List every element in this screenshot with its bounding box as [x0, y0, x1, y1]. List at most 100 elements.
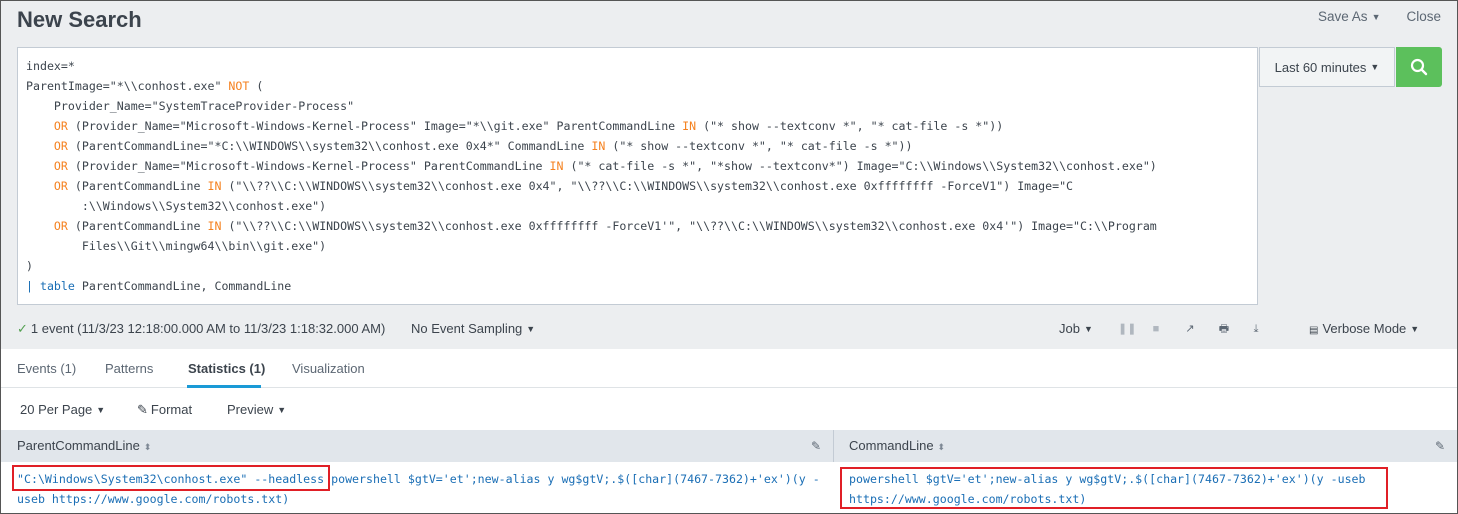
- query-keyword: IN: [682, 119, 697, 133]
- search-icon: [1410, 58, 1428, 76]
- query-text: (ParentCommandLine: [67, 219, 208, 233]
- query-line: index=*: [26, 56, 1249, 76]
- search-mode-dropdown[interactable]: ▤ Verbose Mode ▼: [1309, 321, 1419, 336]
- event-count-status: ✓ 1 event (11/3/23 12:18:00.000 AM to 11/…: [17, 321, 385, 337]
- edit-column-icon[interactable]: ✎: [811, 430, 821, 462]
- query-text: [26, 179, 54, 193]
- results-tabs: Events (1) Patterns Statistics (1) Visua…: [1, 349, 1457, 388]
- query-keyword: IN: [207, 179, 222, 193]
- query-text: (ParentCommandLine: [67, 179, 208, 193]
- per-page-dropdown[interactable]: 20 Per Page ▼: [20, 402, 105, 417]
- column-header-parentcommandline[interactable]: ParentCommandLine ⬍: [1, 430, 833, 462]
- pause-icon[interactable]: ❚❚: [1118, 323, 1136, 335]
- annotation-box-command: [840, 467, 1388, 509]
- query-line: OR (Provider_Name="Microsoft-Windows-Ker…: [26, 116, 1249, 136]
- query-text: [26, 139, 54, 153]
- query-text: ): [26, 259, 33, 273]
- export-icon[interactable]: ⤓: [1250, 323, 1262, 335]
- time-range-picker[interactable]: Last 60 minutes ▼: [1259, 47, 1395, 87]
- query-line: :\\Windows\\System32\\conhost.exe"): [26, 196, 1249, 216]
- per-page-label: 20 Per Page: [20, 402, 93, 417]
- query-text: ("* show --textconv *", "* cat-file -s *…: [696, 119, 1004, 133]
- format-button[interactable]: ✎ Format: [137, 402, 192, 418]
- event-sampling-dropdown[interactable]: No Event Sampling ▼: [411, 321, 535, 336]
- query-keyword: OR: [53, 119, 68, 133]
- chevron-down-icon: ▼: [1371, 12, 1381, 22]
- annotation-box-parent: [12, 465, 330, 491]
- search-page: New Search Save As ▼ Close index=* ParentI…: [0, 0, 1458, 514]
- query-line: ParentImage="*\\conhost.exe" NOT (: [26, 76, 1249, 96]
- query-text: (Provider_Name="Microsoft-Windows-Kernel…: [67, 159, 550, 173]
- query-line: ): [26, 256, 1249, 276]
- query-text: ("\\??\\C:\\WINDOWS\\system32\\conhost.e…: [221, 179, 1074, 193]
- query-text: ("* show --textconv *", "* cat-file -s *…: [605, 139, 913, 153]
- time-range-label: Last 60 minutes: [1274, 59, 1367, 75]
- query-keyword: OR: [53, 139, 68, 153]
- query-line: Provider_Name="SystemTraceProvider-Proce…: [26, 96, 1249, 116]
- close-button[interactable]: Close: [1406, 9, 1441, 24]
- query-keyword: IN: [591, 139, 606, 153]
- table-header: ParentCommandLine ⬍ ✎ CommandLine ⬍ ✎: [1, 430, 1457, 462]
- query-keyword: OR: [53, 219, 68, 233]
- event-sampling-label: No Event Sampling: [411, 321, 523, 336]
- query-text: (Provider_Name="Microsoft-Windows-Kernel…: [67, 119, 683, 133]
- page-title: New Search: [17, 7, 142, 32]
- tab-visualization[interactable]: Visualization: [292, 361, 365, 376]
- parent-cmd-line2: useb https://www.google.com/robots.txt): [17, 492, 290, 506]
- query-line: OR (Provider_Name="Microsoft-Windows-Ker…: [26, 156, 1249, 176]
- search-mode-label: Verbose Mode: [1322, 321, 1407, 336]
- query-text: ("\\??\\C:\\WINDOWS\\system32\\conhost.e…: [221, 219, 1157, 233]
- job-status-bar: ✓ 1 event (11/3/23 12:18:00.000 AM to 11/…: [17, 319, 1443, 339]
- job-menu[interactable]: Job ▼: [1059, 321, 1093, 336]
- query-text: ("* cat-file -s *", "*show --textconv*")…: [563, 159, 1157, 173]
- sort-icon: ⬍: [937, 442, 946, 452]
- tab-patterns[interactable]: Patterns: [105, 361, 153, 376]
- query-text: ParentImage="*\\conhost.exe": [26, 79, 229, 93]
- event-count-text: 1 event (11/3/23 12:18:00.000 AM to 11/3…: [30, 321, 386, 336]
- tab-events[interactable]: Events (1): [17, 361, 76, 376]
- query-text: :\\Windows\\System32\\conhost.exe"): [26, 199, 327, 213]
- query-line: Files\\Git\\mingw64\\bin\\git.exe"): [26, 236, 1249, 256]
- search-query-editor[interactable]: index=* ParentImage="*\\conhost.exe" NOT …: [17, 47, 1258, 305]
- pencil-icon: ✎: [137, 402, 148, 417]
- chevron-down-icon: ▼: [526, 324, 536, 334]
- query-text: index=*: [26, 59, 75, 73]
- column-header-label: CommandLine: [849, 438, 934, 453]
- query-text: Provider_Name="SystemTraceProvider-Proce…: [26, 99, 355, 113]
- search-mode-icon: ▤: [1309, 325, 1319, 336]
- query-keyword: IN: [207, 219, 222, 233]
- query-line: OR (ParentCommandLine="*C:\\WINDOWS\\sys…: [26, 136, 1249, 156]
- query-text: [26, 159, 54, 173]
- query-keyword: OR: [53, 179, 68, 193]
- search-button[interactable]: [1396, 47, 1442, 87]
- chevron-down-icon: ▼: [1410, 324, 1420, 334]
- query-keyword: NOT: [228, 79, 250, 93]
- tab-statistics[interactable]: Statistics (1): [188, 361, 265, 376]
- job-menu-label: Job: [1059, 321, 1080, 336]
- stop-icon[interactable]: ■: [1150, 323, 1162, 335]
- checkmark-icon: ✓: [17, 321, 28, 336]
- query-text: Files\\Git\\mingw64\\bin\\git.exe"): [26, 239, 327, 253]
- share-icon[interactable]: ↗: [1184, 323, 1196, 335]
- save-as-label: Save As: [1318, 9, 1368, 24]
- query-command: |: [26, 279, 40, 293]
- chevron-down-icon: ▼: [1083, 324, 1093, 334]
- column-header-label: ParentCommandLine: [17, 438, 140, 453]
- chevron-down-icon: ▼: [277, 405, 287, 415]
- save-as-button[interactable]: Save As ▼: [1318, 9, 1380, 24]
- query-keyword: IN: [549, 159, 564, 173]
- edit-column-icon[interactable]: ✎: [1435, 430, 1445, 462]
- query-text: (: [249, 79, 264, 93]
- chevron-down-icon: ▼: [96, 405, 106, 415]
- query-line: | table ParentCommandLine, CommandLine: [26, 276, 1249, 296]
- parent-cmd-rest: powershell $gtV='et';new-alias y wg$gtV;…: [324, 472, 820, 486]
- format-label: Format: [150, 402, 193, 417]
- query-command: table: [39, 279, 75, 293]
- sort-icon: ⬍: [143, 442, 152, 452]
- print-icon[interactable]: 🖶: [1218, 323, 1230, 335]
- query-text: ParentCommandLine, CommandLine: [74, 279, 292, 293]
- query-line: OR (ParentCommandLine IN ("\\??\\C:\\WIN…: [26, 176, 1249, 196]
- preview-label: Preview: [227, 402, 274, 417]
- column-header-commandline[interactable]: CommandLine ⬍: [833, 430, 1457, 462]
- preview-dropdown[interactable]: Preview ▼: [227, 402, 286, 417]
